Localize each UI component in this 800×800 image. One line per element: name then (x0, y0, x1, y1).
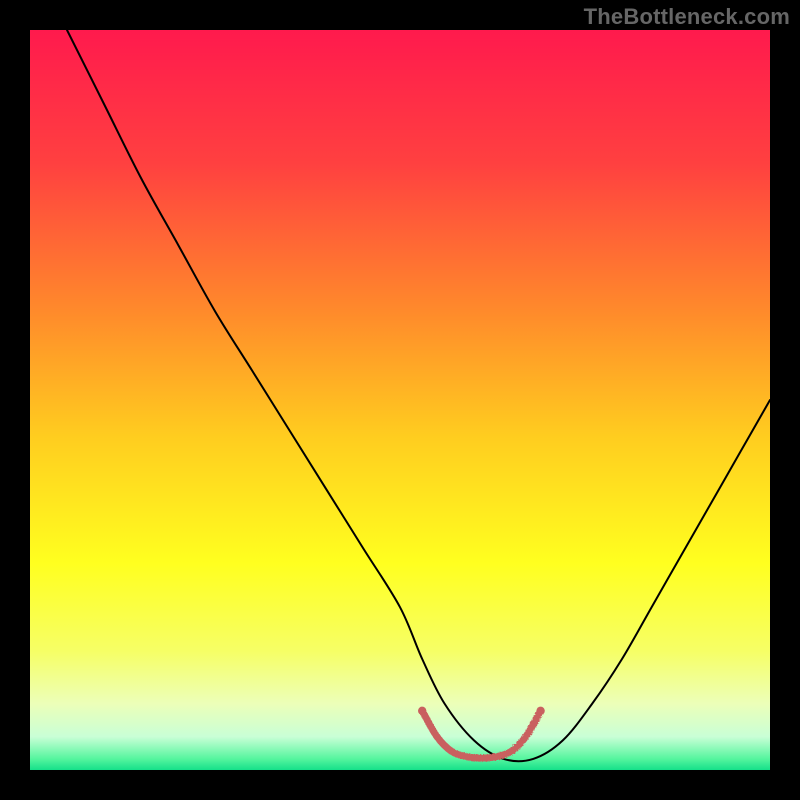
bottleneck-chart (30, 30, 770, 770)
gradient-background (30, 30, 770, 770)
watermark-text: TheBottleneck.com (584, 4, 790, 30)
plot-area (30, 30, 770, 770)
chart-frame: TheBottleneck.com (0, 0, 800, 800)
